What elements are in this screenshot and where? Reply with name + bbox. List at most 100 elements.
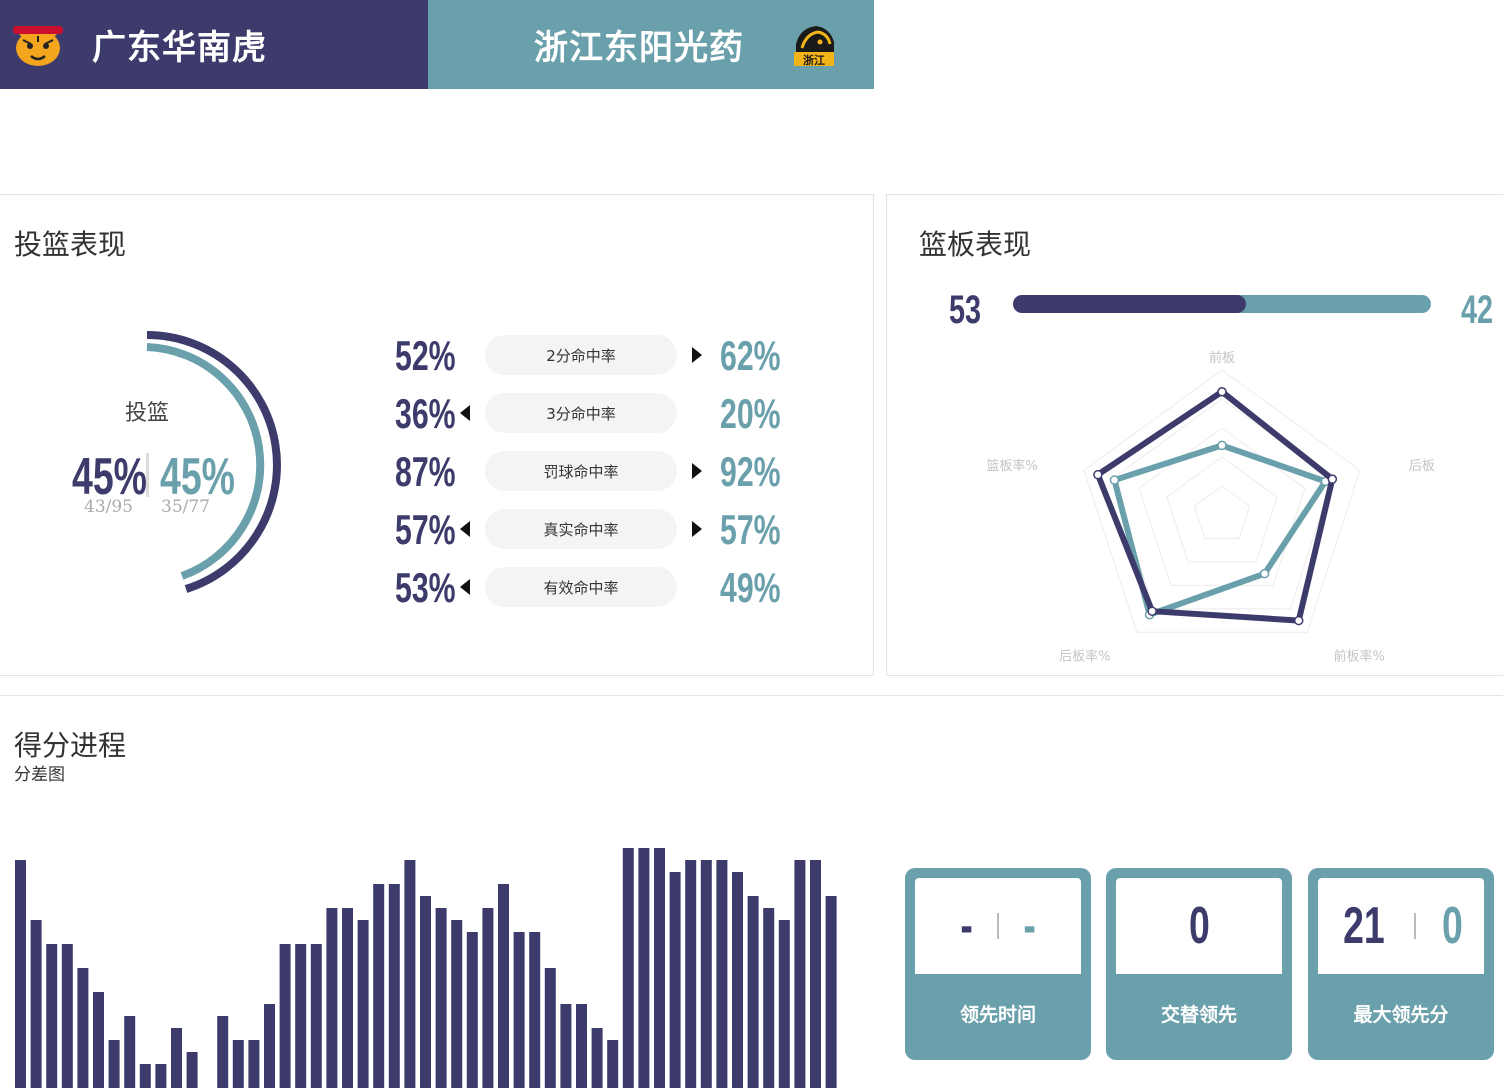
away-rebound-total: 42 (1461, 288, 1494, 332)
shooting-stat-row: 87% 罚球命中率 92% (395, 448, 795, 495)
score-diff-bar (232, 1040, 244, 1088)
radar-point (1217, 387, 1227, 397)
rebound-title: 篮板表现 (919, 228, 1032, 261)
score-diff-bar (669, 872, 681, 1088)
card-home-value: - (960, 897, 973, 955)
lion-logo-icon: 浙江 (784, 15, 844, 75)
score-diff-bar (77, 968, 89, 1088)
score-diff-bar (763, 908, 775, 1088)
score-diff-bar (357, 920, 369, 1088)
score-diff-bar (295, 944, 307, 1088)
stat-card: 0 交替领先 (1106, 868, 1292, 1060)
stat-card-label: 最大领先分 (1353, 1004, 1449, 1026)
score-diff-bar (15, 860, 26, 1088)
radar-grid-ring (1193, 485, 1251, 539)
score-diff-bar (326, 908, 338, 1088)
score-diff-bar (342, 908, 353, 1088)
arrow-right-icon (692, 347, 702, 363)
score-diff-bar (420, 896, 431, 1088)
radar-axis-label: 前板 (1209, 350, 1235, 366)
stat-label: 2分命中率 (485, 335, 677, 375)
score-diff-bar (248, 1040, 260, 1088)
arrow-left-icon (460, 521, 470, 537)
shooting-stat-row: 53% 有效命中率 49% (395, 564, 795, 611)
score-diff-bar (654, 848, 665, 1088)
stat-card-value-box: -- (915, 878, 1081, 974)
stat-label: 罚球命中率 (485, 451, 677, 491)
score-progress-subtitle: 分差图 (14, 765, 65, 785)
card-away-value: 0 (1442, 897, 1464, 955)
score-diff-bar (607, 1040, 619, 1088)
radar-axis-label: 篮板率% (987, 458, 1038, 474)
arrow-right-icon (692, 521, 702, 537)
shooting-title: 投篮表现 (14, 228, 127, 261)
score-diff-bar (451, 920, 463, 1088)
score-diff-bar (139, 1064, 151, 1088)
radar-point (1259, 568, 1270, 579)
score-diff-bar (264, 1004, 275, 1088)
rebound-bar (1013, 295, 1431, 313)
shooting-stat-row: 36% 3分命中率 20% (395, 390, 795, 437)
score-diff-bar (388, 884, 400, 1088)
radar-axis-label: 前板率% (1334, 648, 1385, 664)
stat-home-value: 52% (395, 332, 456, 379)
score-diff-bar (404, 860, 416, 1088)
donut-divider (146, 453, 149, 497)
stat-card-value-box: 21 0 (1318, 878, 1484, 974)
stat-label: 真实命中率 (485, 509, 677, 549)
score-diff-bar (747, 896, 759, 1088)
score-diff-bar (61, 944, 73, 1088)
stat-card: 21 0 最大领先分 (1308, 868, 1494, 1060)
card-home-value: 21 (1342, 897, 1385, 955)
stat-label: 3分命中率 (485, 393, 677, 433)
score-diff-bar (700, 860, 712, 1088)
donut-label: 投篮 (124, 401, 169, 426)
stat-card-label: 领先时间 (959, 1004, 1036, 1026)
score-diff-bar (310, 944, 322, 1088)
away-team-name: 浙江东阳光药 (534, 28, 744, 68)
score-diff-bar (544, 968, 556, 1088)
score-diff-bar (622, 848, 634, 1088)
score-diff-bar (46, 944, 58, 1088)
shooting-stat-row: 52% 2分命中率 62% (395, 332, 795, 379)
radar-point (1147, 606, 1157, 616)
shooting-panel: 投篮表现 投篮 45% 45% 43/95 35/77 52% 2分命中率 62% 3… (0, 194, 874, 676)
score-diff-bar (373, 884, 385, 1088)
score-diff-bar (186, 1052, 198, 1088)
score-diff-bar (638, 848, 650, 1088)
away-logo-text: 浙江 (803, 53, 825, 67)
stat-away-value: 62% (720, 332, 781, 379)
score-diff-bar (810, 860, 821, 1088)
score-diff-bar (498, 884, 509, 1088)
card-separator (1414, 913, 1417, 939)
score-diff-bar (778, 920, 790, 1088)
score-diff-bar (482, 908, 494, 1088)
home-team-name: 广东华南虎 (92, 28, 267, 68)
rebound-panel: 篮板表现 53 42 前板 后板 前板率% 后板率% 篮板率% (886, 194, 1503, 676)
score-diff-bar (171, 1028, 182, 1088)
shooting-stat-row: 57% 真实命中率 57% (395, 506, 795, 553)
score-diff-bar (124, 1016, 136, 1088)
radar-axis-label: 后板 (1409, 459, 1435, 474)
radar-point (1093, 469, 1103, 480)
away-fg-frac: 35/77 (161, 497, 210, 517)
score-diff-bar (794, 860, 806, 1088)
score-diff-bar (108, 1040, 120, 1088)
stat-label: 有效命中率 (485, 567, 677, 607)
tiger-logo-icon (8, 15, 68, 75)
stat-home-value: 87% (395, 448, 456, 495)
score-diff-chart (15, 848, 837, 1088)
rebound-radar: 前板后板前板率% 后板率% 篮板率% (987, 350, 1435, 664)
arrow-right-icon (692, 463, 702, 479)
arrow-left-icon (460, 405, 470, 421)
score-progress-title: 得分进程 (14, 729, 127, 762)
score-diff-bar (513, 932, 525, 1088)
radar-point (1109, 475, 1120, 485)
stat-card-value-box: 0 (1116, 878, 1282, 974)
radar-point (1327, 474, 1338, 484)
score-diff-bar (466, 932, 478, 1088)
away-team-header: 浙江东阳光药 浙江 (428, 0, 874, 89)
score-diff-bar (93, 992, 104, 1088)
radar-point (1217, 440, 1227, 451)
score-diff-bar (576, 1004, 587, 1088)
